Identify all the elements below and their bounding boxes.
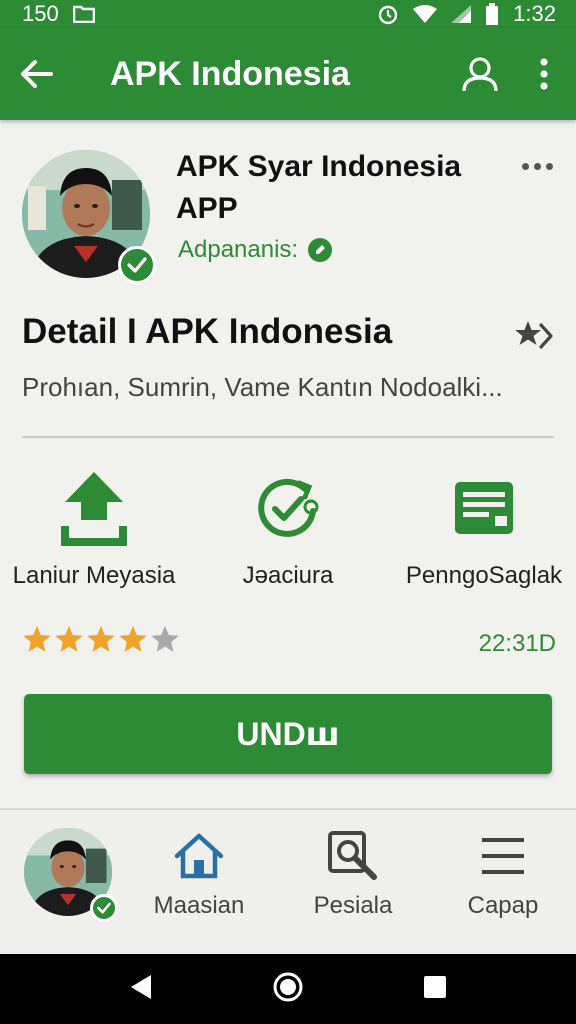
sync-check-icon xyxy=(188,468,388,548)
app-bar: APK Indonesia xyxy=(0,28,576,120)
home-nav-icon[interactable] xyxy=(272,971,304,1008)
app-name: APK Syar Indonesia APP xyxy=(176,150,462,225)
feature-label: PenngoSaglak xyxy=(405,562,563,589)
app-avatar xyxy=(22,150,156,284)
search-icon xyxy=(288,830,418,882)
account-icon[interactable] xyxy=(448,28,512,120)
star-filled-icon xyxy=(55,625,83,652)
feature-row: Laniur Meyasia Jəaciura PenngoSaglak xyxy=(0,468,576,608)
app-header: APK Syar Indonesia APP Adpananis: xyxy=(0,120,576,300)
status-time: 1:32 xyxy=(513,1,556,26)
developer-name: Adpananis: xyxy=(178,236,299,263)
system-nav-bar xyxy=(0,954,576,1024)
install-button[interactable]: UNDꟺ xyxy=(24,694,552,774)
more-horiz-icon[interactable] xyxy=(522,156,556,176)
wifi-icon xyxy=(413,5,438,23)
nav-label: Capap xyxy=(467,892,539,919)
verified-check-icon xyxy=(118,246,156,284)
nav-item-home[interactable]: Maasian xyxy=(134,830,264,920)
detail-title: Detail I APK Indonesia xyxy=(22,312,393,351)
feature-item[interactable]: Laniur Meyasia xyxy=(0,468,194,590)
status-bar: 150 1:32 xyxy=(0,0,576,28)
profile-avatar[interactable] xyxy=(24,828,118,922)
feature-item[interactable]: PenngoSaglak xyxy=(384,468,576,590)
alarm-icon xyxy=(377,3,399,25)
battery-icon xyxy=(485,3,499,25)
star-empty-icon xyxy=(151,625,179,652)
nav-item-menu[interactable]: Capap xyxy=(438,830,568,920)
upload-icon xyxy=(0,468,194,548)
star-share-icon[interactable] xyxy=(514,318,554,354)
app-bar-title: APK Indonesia xyxy=(110,54,350,93)
nav-label: Pesiala xyxy=(313,892,393,919)
developer-link[interactable]: Adpananis: xyxy=(178,236,333,264)
feature-label: Laniur Meyasia xyxy=(12,562,176,589)
back-arrow-icon[interactable] xyxy=(0,28,72,120)
back-nav-icon[interactable] xyxy=(129,974,153,1005)
more-vert-icon[interactable] xyxy=(512,28,576,120)
verified-check-icon xyxy=(90,894,118,922)
folder-icon xyxy=(72,5,95,23)
bottom-nav: Maasian Pesiala Capap xyxy=(0,808,576,954)
recents-nav-icon[interactable] xyxy=(423,975,447,1004)
feature-item[interactable]: Jəaciura xyxy=(188,468,388,590)
rating-stars xyxy=(22,624,180,654)
verified-edit-icon xyxy=(308,238,333,262)
menu-icon xyxy=(438,830,568,882)
app-size: 22:31D xyxy=(478,630,556,657)
home-icon xyxy=(134,830,264,882)
storage-card-icon xyxy=(384,468,576,548)
star-filled-icon xyxy=(87,625,115,652)
divider xyxy=(22,436,554,438)
cell-signal-icon xyxy=(451,5,472,23)
star-filled-icon xyxy=(119,625,147,652)
status-number: 150 xyxy=(22,1,59,26)
nav-label: Maasian xyxy=(153,892,245,919)
detail-description: Prohıan, Sumrin, Vame Kantın Nodoalki... xyxy=(22,372,503,402)
star-filled-icon xyxy=(23,625,51,652)
nav-item-search[interactable]: Pesiala xyxy=(288,830,418,920)
feature-label: Jəaciura xyxy=(242,562,334,589)
